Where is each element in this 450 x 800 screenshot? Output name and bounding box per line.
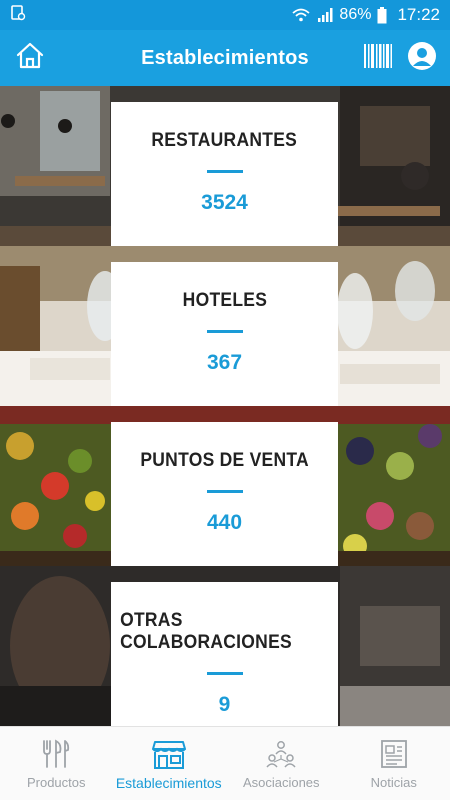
people-network-icon — [265, 737, 297, 771]
title-divider — [206, 490, 243, 493]
category-title: HOTELES — [182, 290, 267, 311]
category-count: 367 — [206, 351, 243, 374]
section-hoteles[interactable]: HOTELES 367 — [0, 246, 450, 406]
signal-icon — [317, 7, 333, 23]
category-title: PUNTOS DE VENTA — [140, 450, 309, 471]
nav-label: Noticias — [370, 775, 417, 790]
page-title: Establecimientos — [141, 46, 309, 69]
status-left — [10, 4, 26, 26]
barcode-icon — [363, 43, 393, 74]
battery-percentage: 86% — [339, 6, 372, 23]
battery-icon — [377, 6, 387, 24]
nav-item-establecimientos[interactable]: Establecimientos — [113, 727, 226, 800]
home-button[interactable] — [14, 42, 46, 74]
section-puntos-de-venta[interactable]: PUNTOS DE VENTA 440 — [0, 406, 450, 566]
home-icon — [15, 41, 45, 76]
category-count: 9 — [218, 693, 231, 716]
category-card: RESTAURANTES 3524 — [111, 102, 338, 246]
category-card: PUNTOS DE VENTA 440 — [111, 422, 338, 566]
nav-item-noticias[interactable]: Noticias — [338, 727, 450, 800]
category-card: HOTELES 367 — [111, 262, 338, 406]
category-title: OTRAS COLABORACIONES — [120, 610, 292, 653]
title-divider — [206, 170, 243, 173]
newspaper-icon — [379, 737, 409, 771]
app-bar: Establecimientos — [0, 30, 450, 86]
section-otras-colaboraciones[interactable]: OTRAS COLABORACIONES 9 — [0, 566, 450, 726]
title-divider — [206, 330, 243, 333]
nav-item-productos[interactable]: Productos — [0, 727, 113, 800]
status-right: 86% 17:22 — [291, 5, 440, 25]
nav-label: Establecimientos — [115, 774, 222, 791]
store-icon — [151, 737, 186, 771]
category-count: 440 — [206, 511, 243, 534]
section-restaurantes[interactable]: RESTAURANTES 3524 — [0, 86, 450, 246]
user-profile-button[interactable] — [406, 41, 438, 76]
title-divider — [206, 672, 243, 675]
bottom-navigation: Productos Establecimientos Asociaciones … — [0, 726, 450, 800]
category-count: 3524 — [201, 191, 248, 214]
wifi-icon — [291, 7, 311, 23]
barcode-scan-button[interactable] — [362, 43, 394, 74]
status-bar: 86% 17:22 — [0, 0, 450, 30]
user-icon — [407, 41, 437, 76]
nav-label: Asociaciones — [242, 775, 320, 790]
category-title: RESTAURANTES — [151, 130, 298, 151]
sim-card-icon — [10, 4, 26, 26]
clock: 17:22 — [397, 5, 440, 24]
category-card: OTRAS COLABORACIONES 9 — [111, 582, 338, 726]
nav-item-asociaciones[interactable]: Asociaciones — [225, 727, 338, 800]
establishments-list: RESTAURANTES 3524 HOTELES 367 PUNTOS DE … — [0, 86, 450, 726]
nav-label: Productos — [26, 775, 86, 790]
cutlery-icon — [40, 737, 72, 771]
